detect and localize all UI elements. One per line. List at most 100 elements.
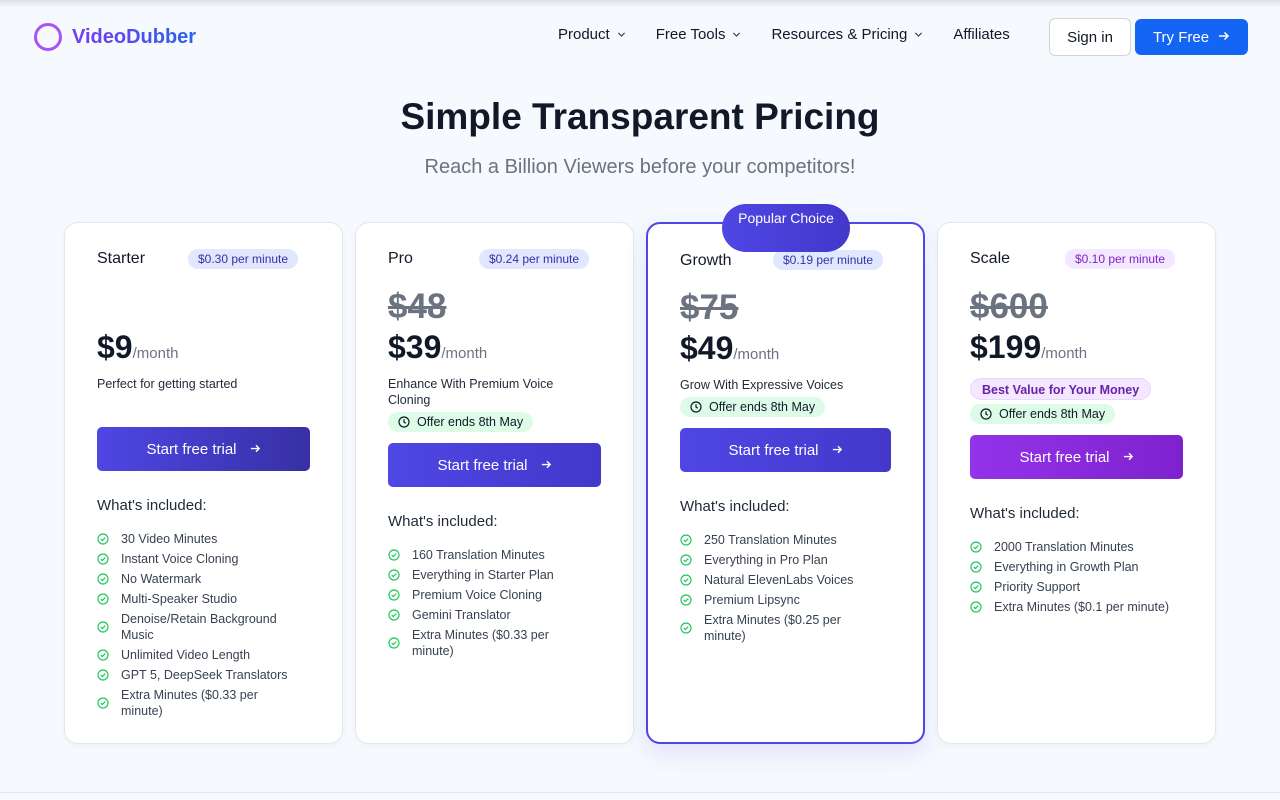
whats-included-heading: What's included: bbox=[680, 498, 790, 515]
plan-price: $199/month bbox=[970, 329, 1087, 366]
list-item: Gemini Translator bbox=[388, 607, 588, 623]
feature-text: Priority Support bbox=[994, 580, 1081, 594]
try-free-button[interactable]: Try Free bbox=[1135, 19, 1248, 55]
nav-affiliates[interactable]: Affiliates bbox=[953, 26, 1009, 43]
price-period: /month bbox=[733, 346, 780, 363]
check-circle-icon bbox=[970, 601, 982, 613]
list-item: Everything in Pro Plan bbox=[680, 552, 880, 568]
check-circle-icon bbox=[97, 533, 109, 545]
nav-resources-pricing[interactable]: Resources & Pricing bbox=[771, 26, 923, 43]
cta-label: Start free trial bbox=[437, 456, 528, 474]
logo-text: VideoDubber bbox=[72, 25, 197, 48]
original-price: $48 bbox=[388, 287, 447, 326]
check-circle-icon bbox=[680, 554, 692, 566]
check-circle-icon bbox=[388, 609, 400, 621]
plan-card-pro: Pro $0.24 per minute $48 $39/month Enhan… bbox=[355, 222, 634, 744]
try-free-label: Try Free bbox=[1152, 28, 1210, 46]
list-item: Unlimited Video Length bbox=[97, 647, 297, 663]
list-item: Extra Minutes ($0.33 per minute) bbox=[97, 687, 297, 719]
whats-included-heading: What's included: bbox=[388, 513, 498, 530]
feature-text: 160 Translation Minutes bbox=[412, 548, 545, 562]
arrow-right-icon bbox=[1123, 450, 1134, 465]
list-item: Multi-Speaker Studio bbox=[97, 591, 297, 607]
feature-text: Unlimited Video Length bbox=[121, 648, 251, 662]
nav-product-label: Product bbox=[558, 26, 610, 43]
plan-card-growth: Growth $0.19 per minute $75 $49/month Gr… bbox=[646, 222, 925, 744]
whats-included-heading: What's included: bbox=[97, 497, 207, 514]
clock-icon bbox=[398, 416, 410, 428]
logo[interactable]: VideoDubber bbox=[34, 23, 196, 51]
list-item: Everything in Starter Plan bbox=[388, 567, 588, 583]
start-free-trial-button[interactable]: Start free trial bbox=[388, 443, 601, 487]
list-item: Denoise/Retain Background Music bbox=[97, 611, 297, 643]
plan-card-starter: Starter $0.30 per minute $9/month Perfec… bbox=[64, 222, 343, 744]
start-free-trial-button[interactable]: Start free trial bbox=[680, 428, 891, 472]
feature-list: 2000 Translation Minutes Everything in G… bbox=[970, 539, 1170, 619]
start-free-trial-button[interactable]: Start free trial bbox=[97, 427, 310, 471]
feature-text: Natural ElevenLabs Voices bbox=[704, 573, 854, 587]
offer-text: Offer ends 8th May bbox=[417, 415, 524, 429]
chevron-down-icon bbox=[915, 32, 923, 37]
check-circle-icon bbox=[388, 549, 400, 561]
feature-text: Everything in Pro Plan bbox=[704, 553, 828, 567]
check-circle-icon bbox=[97, 553, 109, 565]
sign-in-button[interactable]: Sign in bbox=[1049, 18, 1131, 56]
page-subtitle: Reach a Billion Viewers before your comp… bbox=[424, 156, 856, 178]
feature-text: Extra Minutes ($0.33 per minute) bbox=[412, 628, 549, 658]
cta-label: Start free trial bbox=[728, 441, 819, 459]
plan-price: $49/month bbox=[680, 330, 779, 367]
plan-name: Scale bbox=[970, 250, 1011, 267]
list-item: Extra Minutes ($0.33 per minute) bbox=[388, 627, 588, 659]
arrow-right-icon bbox=[541, 458, 552, 473]
feature-text: Multi-Speaker Studio bbox=[121, 592, 238, 606]
original-price: $600 bbox=[970, 287, 1048, 326]
plan-card-scale: Scale $0.10 per minute $600 $199/month B… bbox=[937, 222, 1216, 744]
feature-text: 250 Translation Minutes bbox=[704, 533, 837, 547]
feature-text: Extra Minutes ($0.25 per minute) bbox=[704, 613, 841, 643]
offer-badge: Offer ends 8th May bbox=[970, 404, 1116, 424]
cta-label: Start free trial bbox=[146, 440, 237, 458]
price-amount: $49 bbox=[680, 330, 734, 366]
nav-resources-pricing-label: Resources & Pricing bbox=[771, 26, 908, 43]
check-circle-icon bbox=[97, 621, 109, 633]
feature-text: Extra Minutes ($0.1 per minute) bbox=[994, 600, 1170, 614]
plan-tagline: Perfect for getting started bbox=[97, 377, 238, 391]
list-item: Natural ElevenLabs Voices bbox=[680, 572, 880, 588]
original-price: $75 bbox=[680, 288, 739, 327]
list-item: 250 Translation Minutes bbox=[680, 532, 880, 548]
feature-text: Premium Voice Cloning bbox=[412, 588, 542, 602]
plan-price: $9/month bbox=[97, 329, 178, 366]
feature-list: 160 Translation Minutes Everything in St… bbox=[388, 547, 588, 663]
plan-name: Growth bbox=[680, 252, 732, 269]
list-item: Extra Minutes ($0.25 per minute) bbox=[680, 612, 880, 644]
feature-text: Instant Voice Cloning bbox=[121, 552, 239, 566]
plan-tagline: Enhance With Premium Voice Cloning bbox=[388, 377, 554, 407]
nav-product[interactable]: Product bbox=[558, 26, 626, 43]
check-circle-icon bbox=[970, 581, 982, 593]
check-circle-icon bbox=[97, 573, 109, 585]
list-item: Premium Voice Cloning bbox=[388, 587, 588, 603]
check-circle-icon bbox=[97, 669, 109, 681]
check-circle-icon bbox=[97, 697, 109, 709]
cta-label: Start free trial bbox=[1019, 448, 1110, 466]
check-circle-icon bbox=[970, 541, 982, 553]
feature-list: 30 Video Minutes Instant Voice Cloning N… bbox=[97, 531, 297, 723]
check-circle-icon bbox=[680, 534, 692, 546]
list-item: 2000 Translation Minutes bbox=[970, 539, 1170, 555]
feature-text: 2000 Translation Minutes bbox=[994, 540, 1134, 554]
list-item: Priority Support bbox=[970, 579, 1170, 595]
list-item: No Watermark bbox=[97, 571, 297, 587]
check-circle-icon bbox=[680, 594, 692, 606]
price-period: /month bbox=[1041, 345, 1088, 362]
nav-free-tools[interactable]: Free Tools bbox=[656, 26, 742, 43]
nav-free-tools-label: Free Tools bbox=[655, 26, 726, 43]
feature-text: Everything in Growth Plan bbox=[994, 560, 1139, 574]
list-item: 30 Video Minutes bbox=[97, 531, 297, 547]
arrow-right-icon bbox=[250, 442, 261, 457]
feature-text: No Watermark bbox=[121, 572, 202, 586]
start-free-trial-button[interactable]: Start free trial bbox=[970, 435, 1183, 479]
price-amount: $9 bbox=[97, 329, 133, 365]
logo-ring-icon bbox=[34, 23, 62, 51]
price-amount: $39 bbox=[388, 329, 442, 365]
whats-included-heading: What's included: bbox=[970, 505, 1080, 522]
